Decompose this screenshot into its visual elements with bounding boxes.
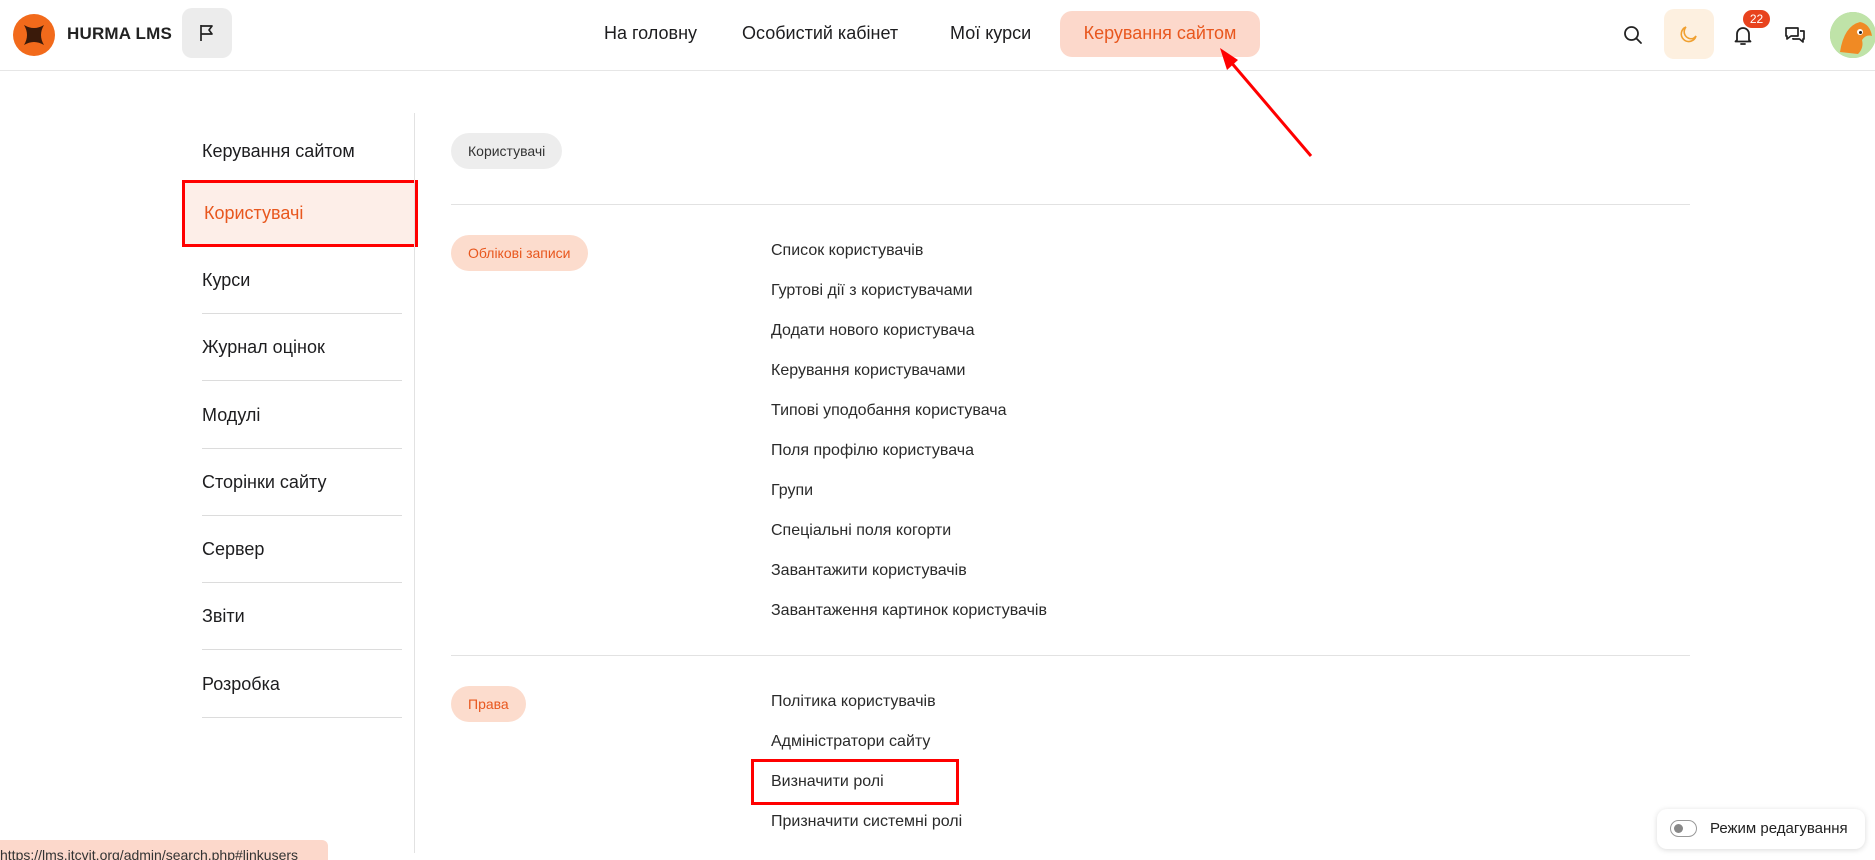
sidebar-item-site-admin[interactable]: Керування сайтом <box>202 118 402 185</box>
nav-dashboard[interactable]: Особистий кабінет <box>742 18 898 52</box>
link-cohort-custom-fields[interactable]: Спеціальні поля когорти <box>771 522 951 540</box>
flag-icon <box>200 25 213 41</box>
edit-mode-switch[interactable]: Режим редагування <box>1657 809 1865 849</box>
sidebar-item-grades[interactable]: Журнал оцінок <box>202 314 402 381</box>
link-site-administrators[interactable]: Адміністратори сайту <box>771 733 930 751</box>
avatar[interactable] <box>1830 12 1875 58</box>
nav-my-courses[interactable]: Мої курси <box>950 18 1031 52</box>
edit-mode-label: Режим редагування <box>1710 820 1848 837</box>
sidebar-item-server[interactable]: Сервер <box>202 516 402 583</box>
moon-icon <box>1680 26 1697 43</box>
flag-button[interactable] <box>182 8 232 58</box>
sidebar-item-appearance[interactable]: Сторінки сайту <box>202 449 402 516</box>
section-permissions-title: Права <box>451 686 526 722</box>
link-define-roles[interactable]: Визначити ролі <box>771 773 884 791</box>
link-bulk-user-actions[interactable]: Гуртові дії з користувачами <box>771 282 973 300</box>
sidebar-item-plugins[interactable]: Модулі <box>202 382 402 449</box>
link-browse-users[interactable]: Список користувачів <box>771 242 923 260</box>
link-user-policies[interactable]: Політика користувачів <box>771 693 936 711</box>
toggle-icon[interactable] <box>1670 820 1697 837</box>
link-assign-system-roles[interactable]: Призначити системні ролі <box>771 813 962 831</box>
breadcrumb[interactable]: Користувачі <box>451 133 563 169</box>
link-profile-fields[interactable]: Поля профілю користувача <box>771 442 974 460</box>
search-icon <box>1624 26 1642 44</box>
link-upload-users[interactable]: Завантажити користувачів <box>771 562 967 580</box>
nav-home[interactable]: На головну <box>604 18 697 52</box>
link-upload-user-pictures[interactable]: Завантаження картинок користувачів <box>771 602 1047 620</box>
link-cohorts[interactable]: Групи <box>771 482 813 500</box>
notifications-badge: 22 <box>1743 10 1770 28</box>
sidebar-item-courses[interactable]: Курси <box>202 247 402 314</box>
sidebar-item-development[interactable]: Розробка <box>202 651 402 718</box>
annotation-arrow <box>1220 48 1313 157</box>
divider <box>451 655 1690 656</box>
messages-button[interactable] <box>1772 12 1818 58</box>
top-navigation-bar: HURMA LMS На головну Особистий кабінет М… <box>0 0 1875 71</box>
chat-icon <box>1785 27 1805 43</box>
link-manage-users[interactable]: Керування користувачами <box>771 362 965 380</box>
sidebar-divider <box>414 113 415 853</box>
logo-icon[interactable] <box>13 14 55 56</box>
brand-name[interactable]: HURMA LMS <box>67 24 172 44</box>
link-add-new-user[interactable]: Додати нового користувача <box>771 322 974 340</box>
divider <box>451 204 1690 205</box>
dark-mode-toggle[interactable] <box>1664 9 1714 59</box>
sidebar-item-reports[interactable]: Звіти <box>202 583 402 650</box>
status-bar-url: https://lms.itcvit.org/admin/search.php#… <box>0 840 328 860</box>
section-accounts-title: Облікові записи <box>451 235 588 271</box>
link-default-preferences[interactable]: Типові уподобання користувача <box>771 402 1007 420</box>
search-button[interactable] <box>1610 12 1656 58</box>
sidebar-item-users[interactable]: Користувачі <box>182 180 418 247</box>
